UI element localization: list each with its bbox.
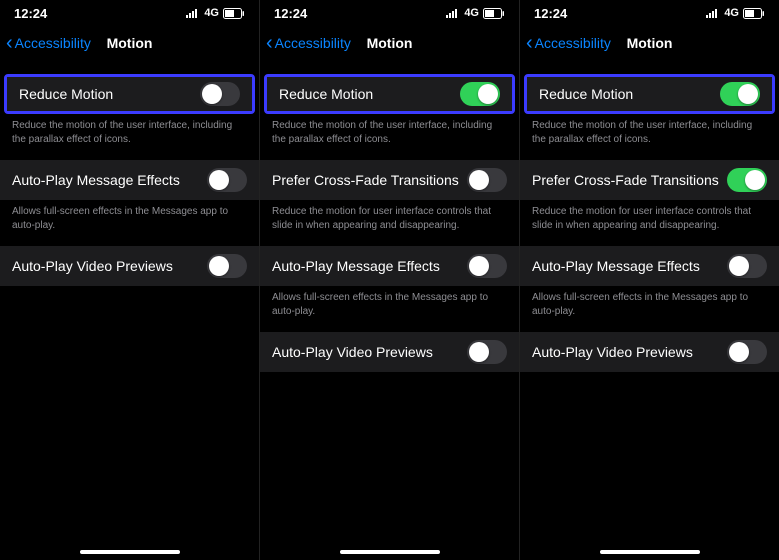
signal-bars-icon: [446, 8, 460, 18]
battery-icon: [743, 8, 765, 19]
autoplay-message-effects-row[interactable]: Auto-Play Message Effects: [260, 246, 519, 286]
chevron-left-icon: ‹: [266, 33, 273, 53]
autoplay-message-effects-row-footer: Allows full-screen effects in the Messag…: [520, 286, 779, 332]
toggle-knob-icon: [202, 84, 222, 104]
autoplay-video-previews-row-label: Auto-Play Video Previews: [12, 258, 173, 274]
autoplay-message-effects-row-toggle[interactable]: [467, 254, 507, 278]
reduce-motion-row-label: Reduce Motion: [19, 86, 113, 102]
toggle-knob-icon: [478, 84, 498, 104]
autoplay-message-effects-row-footer: Allows full-screen effects in the Messag…: [260, 286, 519, 332]
network-label: 4G: [464, 7, 479, 19]
home-indicator[interactable]: [80, 550, 180, 554]
home-indicator[interactable]: [340, 550, 440, 554]
back-button[interactable]: ‹ Accessibility: [526, 33, 611, 53]
autoplay-message-effects-row-label: Auto-Play Message Effects: [272, 258, 440, 274]
autoplay-message-effects-row-toggle[interactable]: [207, 168, 247, 192]
network-label: 4G: [204, 7, 219, 19]
reduce-motion-row-toggle[interactable]: [200, 82, 240, 106]
toggle-knob-icon: [469, 256, 489, 276]
phone-screen-1: 12:24 4G ‹ Accessibility MotionReduce Mo…: [0, 0, 260, 560]
back-label: Accessibility: [15, 35, 91, 51]
toggle-knob-icon: [738, 84, 758, 104]
status-time: 12:24: [14, 6, 47, 21]
autoplay-message-effects-row-toggle[interactable]: [727, 254, 767, 278]
reduce-motion-row-footer: Reduce the motion of the user interface,…: [520, 114, 779, 160]
status-bar: 12:24 4G: [260, 0, 519, 26]
prefer-cross-fade-row-toggle[interactable]: [467, 168, 507, 192]
toggle-knob-icon: [209, 256, 229, 276]
toggle-knob-icon: [745, 170, 765, 190]
reduce-motion-row-label: Reduce Motion: [279, 86, 373, 102]
reduce-motion-row-toggle[interactable]: [460, 82, 500, 106]
reduce-motion-row[interactable]: Reduce Motion: [267, 77, 512, 111]
status-right: 4G: [446, 7, 505, 19]
reduce-motion-row-highlight: Reduce Motion: [524, 74, 775, 114]
prefer-cross-fade-row-footer: Reduce the motion for user interface con…: [520, 200, 779, 246]
autoplay-video-previews-row-toggle[interactable]: [467, 340, 507, 364]
nav-bar: ‹ Accessibility Motion: [520, 26, 779, 60]
reduce-motion-row[interactable]: Reduce Motion: [527, 77, 772, 111]
back-label: Accessibility: [535, 35, 611, 51]
battery-icon: [223, 8, 245, 19]
autoplay-video-previews-row-label: Auto-Play Video Previews: [532, 344, 693, 360]
reduce-motion-row-highlight: Reduce Motion: [4, 74, 255, 114]
toggle-knob-icon: [729, 256, 749, 276]
autoplay-message-effects-row-footer: Allows full-screen effects in the Messag…: [0, 200, 259, 246]
chevron-left-icon: ‹: [6, 33, 13, 53]
prefer-cross-fade-row-label: Prefer Cross-Fade Transitions: [272, 172, 459, 188]
prefer-cross-fade-row[interactable]: Prefer Cross-Fade Transitions: [520, 160, 779, 200]
battery-icon: [483, 8, 505, 19]
status-bar: 12:24 4G: [520, 0, 779, 26]
status-right: 4G: [706, 7, 765, 19]
autoplay-video-previews-row-toggle[interactable]: [207, 254, 247, 278]
autoplay-video-previews-row[interactable]: Auto-Play Video Previews: [0, 246, 259, 286]
toggle-knob-icon: [209, 170, 229, 190]
reduce-motion-row-footer: Reduce the motion of the user interface,…: [260, 114, 519, 160]
reduce-motion-row-footer: Reduce the motion of the user interface,…: [0, 114, 259, 160]
reduce-motion-row-highlight: Reduce Motion: [264, 74, 515, 114]
back-button[interactable]: ‹ Accessibility: [6, 33, 91, 53]
settings-list: Reduce Motion Reduce the motion of the us…: [0, 60, 259, 300]
back-label: Accessibility: [275, 35, 351, 51]
chevron-left-icon: ‹: [526, 33, 533, 53]
toggle-knob-icon: [469, 342, 489, 362]
reduce-motion-row-label: Reduce Motion: [539, 86, 633, 102]
status-right: 4G: [186, 7, 245, 19]
signal-bars-icon: [186, 8, 200, 18]
status-bar: 12:24 4G: [0, 0, 259, 26]
prefer-cross-fade-row-label: Prefer Cross-Fade Transitions: [532, 172, 719, 188]
autoplay-video-previews-row-label: Auto-Play Video Previews: [272, 344, 433, 360]
prefer-cross-fade-row-footer: Reduce the motion for user interface con…: [260, 200, 519, 246]
prefer-cross-fade-row[interactable]: Prefer Cross-Fade Transitions: [260, 160, 519, 200]
autoplay-message-effects-row[interactable]: Auto-Play Message Effects: [0, 160, 259, 200]
autoplay-message-effects-row-label: Auto-Play Message Effects: [532, 258, 700, 274]
nav-bar: ‹ Accessibility Motion: [0, 26, 259, 60]
nav-bar: ‹ Accessibility Motion: [260, 26, 519, 60]
network-label: 4G: [724, 7, 739, 19]
prefer-cross-fade-row-toggle[interactable]: [727, 168, 767, 192]
phone-screen-3: 12:24 4G ‹ Accessibility MotionReduce Mo…: [520, 0, 779, 560]
autoplay-message-effects-row[interactable]: Auto-Play Message Effects: [520, 246, 779, 286]
toggle-knob-icon: [729, 342, 749, 362]
settings-list: Reduce Motion Reduce the motion of the us…: [520, 60, 779, 386]
status-time: 12:24: [534, 6, 567, 21]
signal-bars-icon: [706, 8, 720, 18]
autoplay-video-previews-row-toggle[interactable]: [727, 340, 767, 364]
reduce-motion-row[interactable]: Reduce Motion: [7, 77, 252, 111]
autoplay-video-previews-row[interactable]: Auto-Play Video Previews: [520, 332, 779, 372]
autoplay-video-previews-row[interactable]: Auto-Play Video Previews: [260, 332, 519, 372]
settings-list: Reduce Motion Reduce the motion of the us…: [260, 60, 519, 386]
phone-screen-2: 12:24 4G ‹ Accessibility MotionReduce Mo…: [260, 0, 520, 560]
toggle-knob-icon: [469, 170, 489, 190]
home-indicator[interactable]: [600, 550, 700, 554]
reduce-motion-row-toggle[interactable]: [720, 82, 760, 106]
status-time: 12:24: [274, 6, 307, 21]
autoplay-message-effects-row-label: Auto-Play Message Effects: [12, 172, 180, 188]
back-button[interactable]: ‹ Accessibility: [266, 33, 351, 53]
